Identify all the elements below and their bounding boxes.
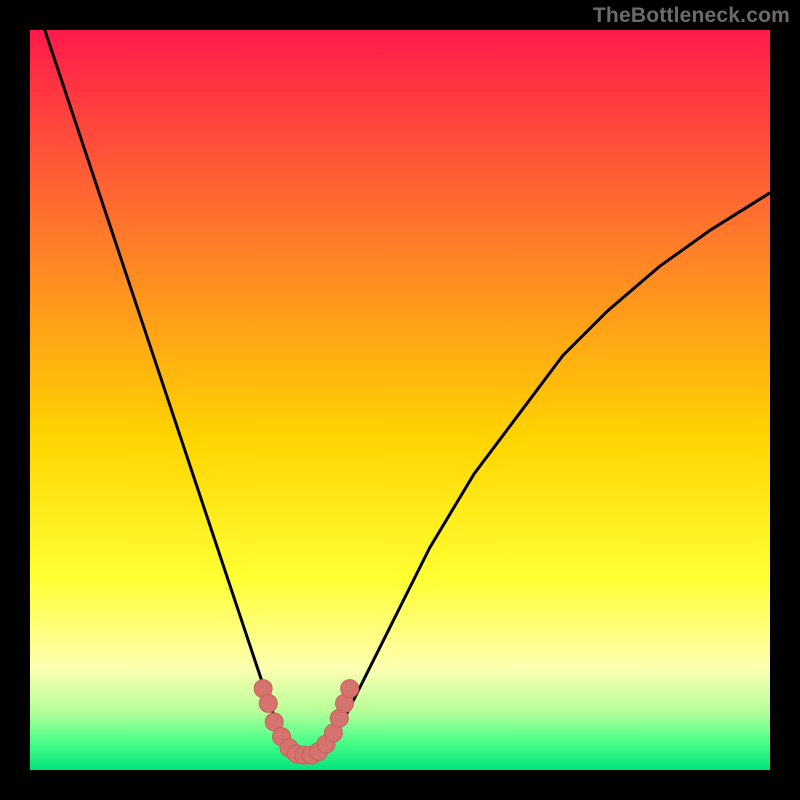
marker-group [254, 680, 359, 765]
plot-area [30, 30, 770, 770]
bottleneck-curve [30, 30, 770, 759]
highlight-point [259, 694, 277, 712]
highlight-point [341, 680, 359, 698]
watermark-text: TheBottleneck.com [593, 4, 790, 28]
curve-layer [30, 30, 770, 770]
chart-frame: TheBottleneck.com [0, 0, 800, 800]
